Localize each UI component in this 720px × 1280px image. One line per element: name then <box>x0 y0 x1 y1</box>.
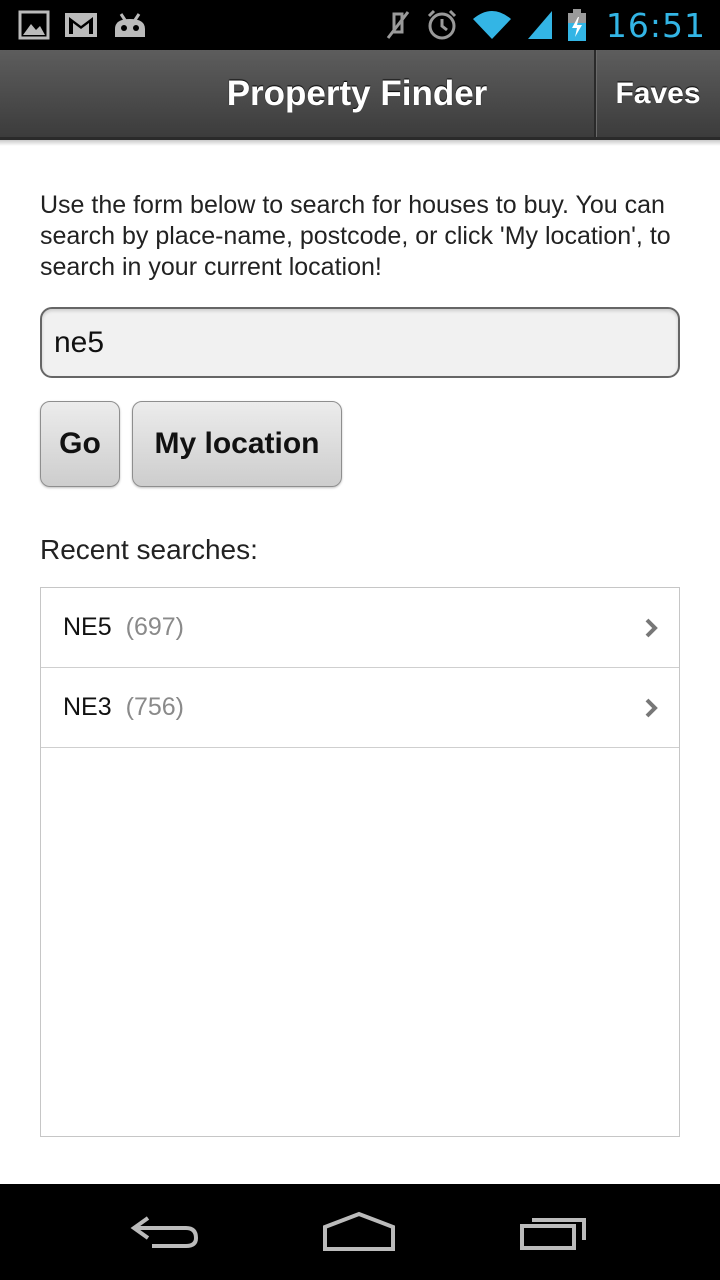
alarm-icon <box>426 9 458 41</box>
status-notifications <box>18 10 148 40</box>
list-item[interactable]: NE3 (756) <box>41 668 679 748</box>
android-debug-icon <box>112 11 148 39</box>
navigation-bar <box>0 1184 720 1280</box>
status-time: 16:51 <box>605 5 706 45</box>
recent-search-code: NE3 <box>63 693 112 721</box>
gmail-icon <box>64 12 98 38</box>
chevron-right-icon <box>643 697 659 719</box>
back-icon[interactable] <box>130 1212 200 1252</box>
list-item[interactable]: NE5 (697) <box>41 588 679 668</box>
gallery-icon <box>18 10 50 40</box>
recent-searches-heading: Recent searches: <box>40 534 258 565</box>
recent-search-code: NE5 <box>63 613 112 641</box>
my-location-button[interactable]: My location <box>132 401 342 487</box>
header-divider <box>0 140 720 146</box>
status-system: 16:51 <box>384 6 706 45</box>
page-title: Property Finder <box>226 73 488 113</box>
header-title-area: Property Finder <box>0 50 594 137</box>
search-form: Use the form below to search for houses … <box>40 190 680 1137</box>
wifi-icon <box>472 9 512 41</box>
status-bar: 16:51 <box>0 0 720 50</box>
search-buttons: Go My location <box>40 401 680 487</box>
recent-apps-icon[interactable] <box>518 1212 590 1252</box>
muted-icon <box>384 10 412 40</box>
search-input[interactable] <box>40 307 680 378</box>
chevron-right-icon <box>643 617 659 639</box>
go-button[interactable]: Go <box>40 401 120 487</box>
recent-searches-list: NE5 (697) NE3 (756) <box>40 587 680 1137</box>
battery-charging-icon <box>567 9 586 41</box>
recent-search-count: (697) <box>125 613 185 641</box>
intro-text: Use the form below to search for houses … <box>40 191 671 281</box>
home-icon[interactable] <box>321 1211 397 1253</box>
faves-button[interactable]: Faves <box>594 50 720 137</box>
recent-search-count: (756) <box>125 693 185 721</box>
app-header: Property Finder Faves <box>0 50 720 140</box>
signal-icon <box>526 9 554 41</box>
